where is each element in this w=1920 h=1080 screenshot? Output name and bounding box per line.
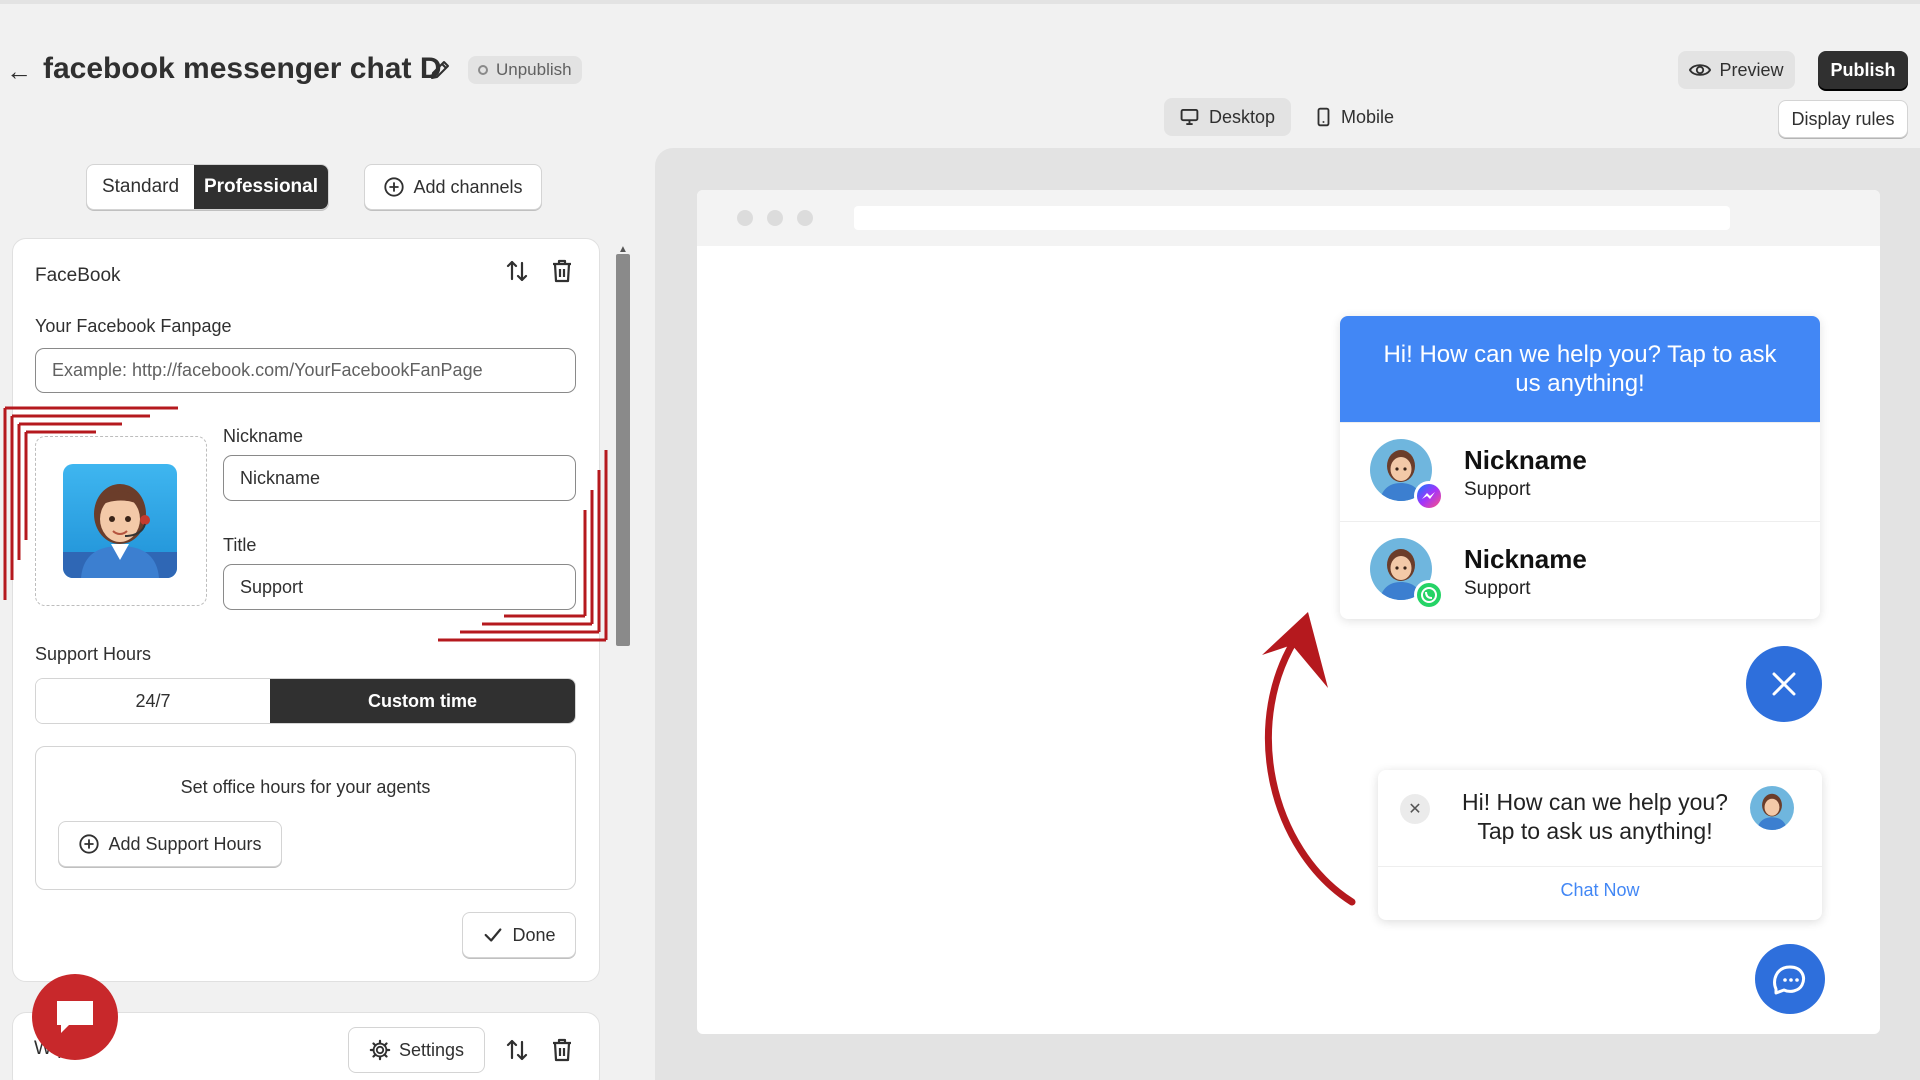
bracket-annotation-right [438, 450, 608, 642]
bracket-annotation-left [3, 406, 178, 600]
arrow-annotation [1262, 612, 1356, 906]
annotation-overlay [3, 406, 1356, 906]
